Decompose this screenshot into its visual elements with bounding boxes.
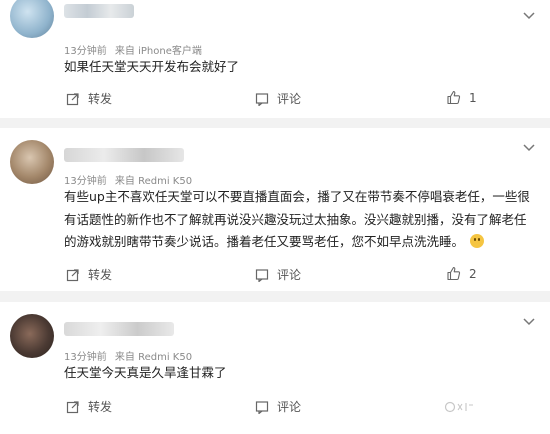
- like-button[interactable]: 2: [446, 266, 477, 281]
- comment-button[interactable]: 评论: [255, 266, 301, 283]
- comment-meta: 13分钟前 来自 Redmi K50: [64, 348, 192, 363]
- comment-meta: 13分钟前 来自 Redmi K50: [64, 172, 192, 187]
- comment-text-body: 有些up主不喜欢任天堂可以不要直播直面会，播了又在带节奏不停唱衰老任，一些很有话…: [64, 189, 530, 249]
- comment-icon: [255, 92, 269, 106]
- repost-icon: [66, 400, 79, 413]
- comment-text: 有些up主不喜欢任天堂可以不要直播直面会，播了又在带节奏不停唱衰老任，一些很有话…: [64, 186, 534, 254]
- username-blurred[interactable]: [64, 322, 174, 336]
- username-blurred[interactable]: [64, 148, 184, 162]
- like-count: 1: [469, 90, 477, 105]
- comment-button[interactable]: 评论: [255, 90, 301, 107]
- comment-icon: [255, 268, 269, 282]
- avatar[interactable]: [10, 140, 54, 184]
- repost-label: 转发: [88, 92, 113, 106]
- repost-icon: [66, 268, 79, 281]
- like-button[interactable]: 1: [446, 90, 477, 105]
- repost-button[interactable]: 转发: [66, 266, 112, 283]
- watermark-logo-icon: [444, 401, 473, 413]
- comment-card: 13分钟前 来自 Redmi K50 有些up主不喜欢任天堂可以不要直播直面会，…: [0, 128, 550, 291]
- comment-text: 如果任天堂天天开发布会就好了: [64, 59, 240, 74]
- smile-emoji-icon: [470, 234, 485, 248]
- comment-icon: [255, 400, 269, 414]
- comment-card: 13分钟前 来自 iPhone客户端 如果任天堂天天开发布会就好了 转发 评论 …: [0, 0, 550, 118]
- repost-label: 转发: [88, 400, 113, 414]
- comment-text: 任天堂今天真是久旱逢甘霖了: [64, 365, 227, 380]
- repost-icon: [66, 92, 79, 105]
- like-count: 2: [469, 266, 477, 281]
- chevron-down-icon[interactable]: [522, 314, 536, 328]
- avatar[interactable]: [10, 0, 54, 38]
- comment-button[interactable]: 评论: [255, 398, 301, 415]
- chevron-down-icon[interactable]: [522, 8, 536, 22]
- username-blurred[interactable]: [64, 4, 134, 18]
- repost-button[interactable]: 转发: [66, 398, 112, 415]
- comment-label: 评论: [277, 400, 302, 414]
- avatar[interactable]: [10, 314, 54, 358]
- comment-meta: 13分钟前 来自 iPhone客户端: [64, 42, 202, 57]
- comment-card: 13分钟前 来自 Redmi K50 任天堂今天真是久旱逢甘霖了 转发 评论: [0, 302, 550, 434]
- chevron-down-icon[interactable]: [522, 140, 536, 154]
- comment-label: 评论: [277, 92, 302, 106]
- repost-button[interactable]: 转发: [66, 90, 112, 107]
- thumbs-up-icon: [447, 90, 461, 105]
- repost-label: 转发: [88, 268, 113, 282]
- comment-label: 评论: [277, 268, 302, 282]
- thumbs-up-icon: [447, 266, 461, 281]
